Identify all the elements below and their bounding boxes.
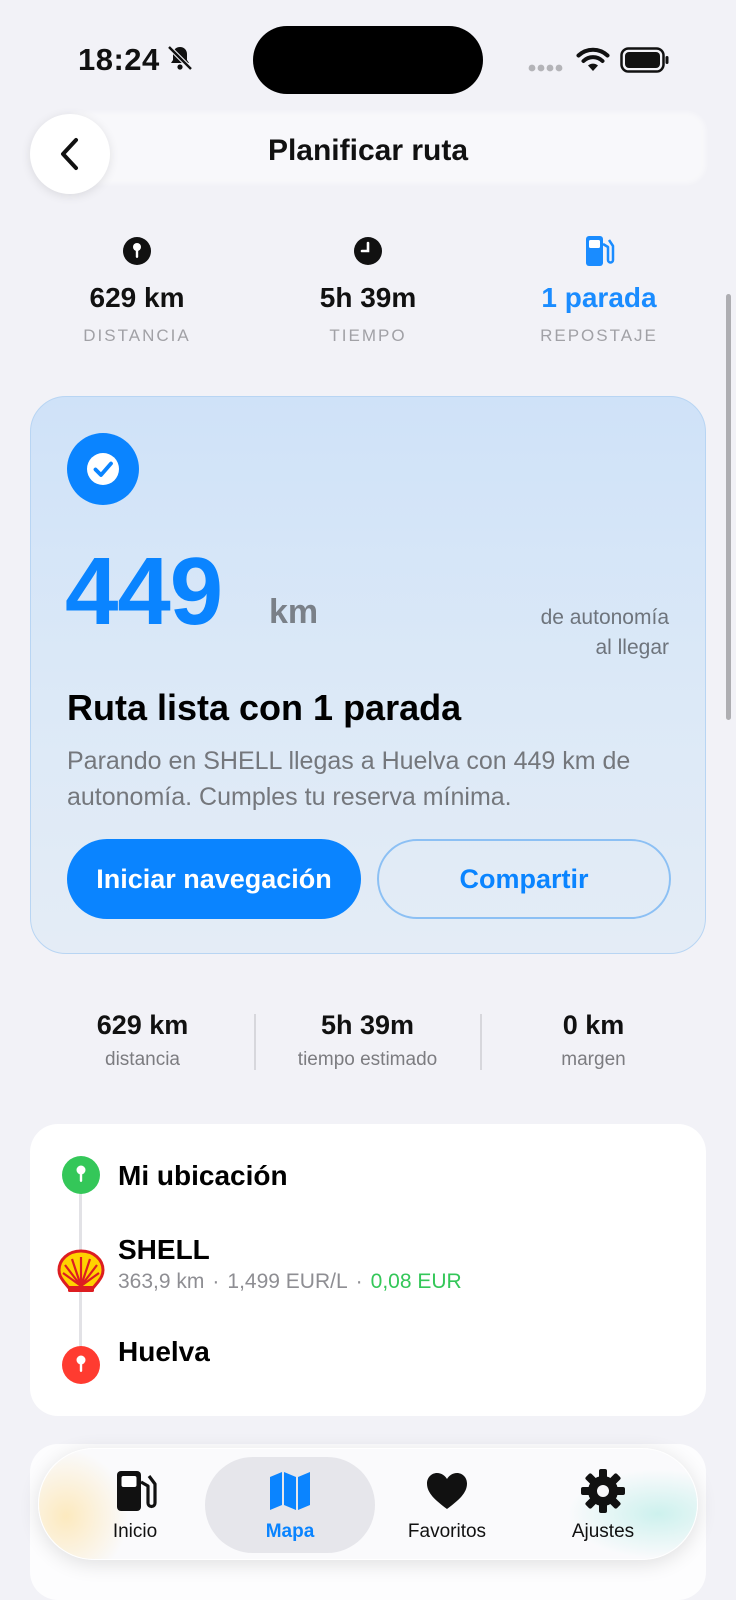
arrival-range-note: de autonomía al llegar bbox=[541, 603, 669, 663]
detail-margin-value: 0 km bbox=[562, 1010, 625, 1040]
battery-icon bbox=[620, 47, 669, 73]
tab-bar: Inicio Mapa Favoritos Ajustes bbox=[38, 1448, 698, 1560]
status-time: 18:24 bbox=[78, 42, 160, 77]
stop-distance: 363,9 km bbox=[118, 1270, 205, 1293]
scrollbar[interactable] bbox=[726, 294, 731, 720]
route-ready-description: Parando en SHELL llegas a Huelva con 449… bbox=[67, 747, 631, 811]
route-details: 629 km distancia 5h 39m tiempo estimado … bbox=[30, 1010, 706, 1070]
detail-distance-value: 629 km bbox=[96, 1010, 189, 1040]
tab-mapa-label: Mapa bbox=[265, 1521, 315, 1542]
wifi-icon bbox=[576, 47, 610, 71]
detail-time-value: 5h 39m bbox=[320, 1010, 415, 1040]
heart-icon bbox=[427, 1473, 467, 1509]
tab-ajustes[interactable]: Ajustes bbox=[523, 1449, 683, 1559]
stop-name[interactable]: SHELL bbox=[118, 1234, 210, 1266]
checkmark-icon bbox=[67, 433, 139, 505]
detail-time-label: tiempo estimado bbox=[297, 1049, 438, 1070]
gear-icon bbox=[581, 1469, 625, 1513]
tab-ajustes-label: Ajustes bbox=[571, 1521, 635, 1542]
summary-refuel-label: REPOSTAJE bbox=[540, 326, 658, 345]
summary-distance-label: DISTANCIA bbox=[83, 326, 191, 345]
detail-time: 5h 39m tiempo estimado bbox=[255, 1010, 480, 1071]
share-button[interactable]: Compartir bbox=[377, 839, 671, 919]
fuel-pump-icon bbox=[586, 236, 615, 266]
tab-inicio-label: Inicio bbox=[112, 1521, 158, 1542]
tab-inicio[interactable]: Inicio bbox=[55, 1449, 215, 1559]
separator-dot: · bbox=[355, 1270, 363, 1293]
summary-refuel: 1 parada REPOSTAJE bbox=[484, 234, 714, 346]
detail-distance: 629 km distancia bbox=[30, 1010, 255, 1071]
start-navigation-button[interactable]: Iniciar navegación bbox=[67, 839, 361, 919]
stop-price: 1,499 EUR/L bbox=[227, 1270, 348, 1293]
tab-mapa[interactable]: Mapa bbox=[210, 1449, 370, 1559]
origin-name[interactable]: Mi ubicación bbox=[118, 1160, 288, 1192]
arrival-range-value: 449 bbox=[65, 538, 223, 645]
route-ready-title: Ruta lista con 1 parada bbox=[67, 687, 462, 728]
tab-favoritos[interactable]: Favoritos bbox=[367, 1449, 527, 1559]
detail-distance-label: distancia bbox=[105, 1049, 180, 1070]
status-bar: 18:24 bbox=[0, 0, 736, 110]
shell-logo-icon bbox=[57, 1249, 105, 1292]
detail-margin: 0 km margen bbox=[481, 1010, 706, 1071]
destination-name[interactable]: Huelva bbox=[118, 1336, 210, 1368]
page-title: Planificar ruta bbox=[267, 134, 469, 167]
arrival-range-note-line2: al llegar bbox=[595, 636, 669, 659]
stop-saving: 0,08 EUR bbox=[370, 1270, 462, 1293]
fuel-pump-icon bbox=[117, 1471, 157, 1511]
summary-time-label: TIEMPO bbox=[329, 326, 407, 345]
bell-slash-icon bbox=[167, 45, 193, 71]
summary-distance-value: 629 km bbox=[89, 282, 185, 313]
summary-refuel-value: 1 parada bbox=[541, 282, 657, 313]
arrival-range-note-line1: de autonomía bbox=[540, 606, 669, 629]
summary-time: 5h 39m TIEMPO bbox=[253, 234, 483, 346]
arrival-range-unit: km bbox=[269, 593, 319, 631]
summary-time-value: 5h 39m bbox=[319, 282, 417, 313]
map-icon bbox=[270, 1472, 310, 1510]
summary-distance: 629 km DISTANCIA bbox=[22, 234, 252, 346]
clock-icon bbox=[354, 237, 382, 265]
cellular-signal-icon bbox=[528, 64, 563, 72]
stop-meta: 363,9 km · 1,499 EUR/L · 0,08 EUR bbox=[118, 1270, 462, 1294]
dynamic-island bbox=[253, 26, 483, 94]
route-stops-card: Mi ubicación SHELL 363,9 km · 1,499 EUR/L ·… bbox=[30, 1124, 706, 1416]
separator-dot: · bbox=[212, 1270, 220, 1293]
pin-icon bbox=[123, 237, 151, 265]
route-summary: 629 km DISTANCIA 5h 39m TIEMPO 1 parada … bbox=[0, 234, 736, 354]
route-ready-card: 449 km de autonomía al llegar Ruta lista… bbox=[30, 396, 706, 954]
origin-pin-icon bbox=[62, 1156, 100, 1194]
destination-pin-icon bbox=[62, 1346, 100, 1384]
tab-favoritos-label: Favoritos bbox=[407, 1521, 487, 1542]
detail-margin-label: margen bbox=[561, 1049, 626, 1070]
